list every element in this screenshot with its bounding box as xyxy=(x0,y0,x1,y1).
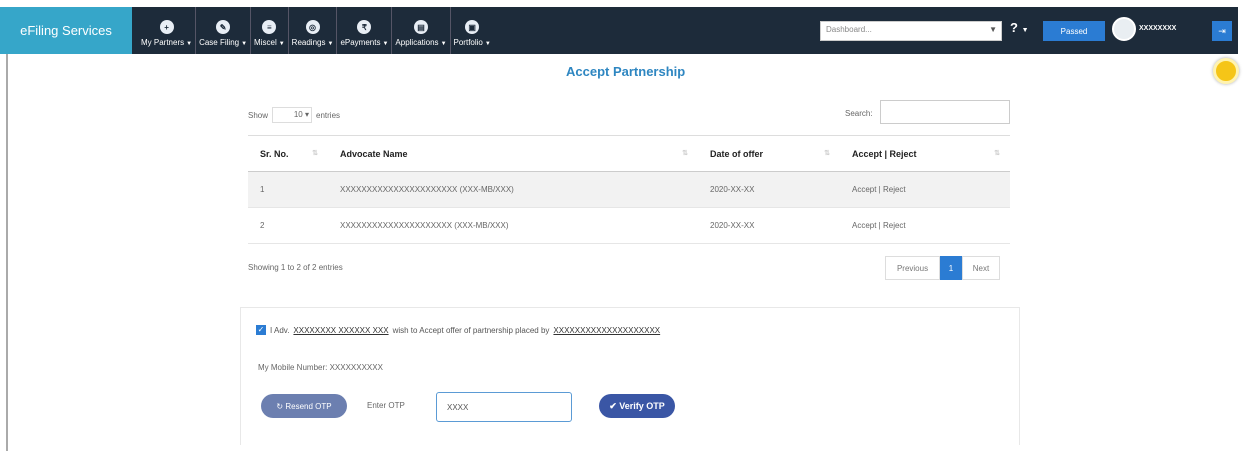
consent-checkbox[interactable]: ✓ xyxy=(256,325,266,335)
consent-text: wish to Accept offer of partnership plac… xyxy=(392,325,550,335)
table-header-row: Sr. No. ⇅ Advocate Name ⇅ Date of offer ⇅ A… xyxy=(248,135,1010,172)
consent-row: ✓ I Adv. XXXXXXXX XXXXXX XXX wish to Acc… xyxy=(256,325,660,335)
top-navbar: eFiling Services + My Partners ▼ ✎ Case Fil… xyxy=(0,7,1238,54)
page-border xyxy=(6,54,8,451)
nav-portfolio[interactable]: ▣ Portfolio ▼ xyxy=(451,7,494,54)
nav-epayments[interactable]: ₹ ePayments ▼ xyxy=(337,7,393,54)
previous-page-button[interactable]: Previous xyxy=(885,256,940,280)
nav-readings[interactable]: ◎ Readings ▼ xyxy=(289,7,338,54)
dashboard-select[interactable]: Dashboard... ▼ xyxy=(820,21,1002,41)
otp-input[interactable]: XXXX xyxy=(436,392,572,422)
next-page-button[interactable]: Next xyxy=(962,256,1000,280)
user-name[interactable]: XXXXXXXX xyxy=(1139,25,1176,32)
applications-icon: ▤ xyxy=(413,20,428,34)
main-nav: + My Partners ▼ ✎ Case Filing ▼ ≡ Miscel ▼ ◎ Re… xyxy=(132,7,494,54)
cell-name: XXXXXXXXXXXXXXXXXXXXX (XXX-MB/XXX) xyxy=(328,207,698,244)
list-icon: ≡ xyxy=(262,20,277,34)
consent-prefix: I Adv. xyxy=(270,325,290,335)
pass-button[interactable]: Passed xyxy=(1043,21,1105,41)
nav-label: ePayments ▼ xyxy=(340,38,389,47)
entries-select[interactable]: 10 ▾ xyxy=(272,107,313,123)
nav-label: Portfolio ▼ xyxy=(453,38,491,47)
nav-applications[interactable]: ▤ Applications ▼ xyxy=(392,7,451,54)
pagination: Previous 1 Next xyxy=(885,256,1000,280)
logout-icon[interactable]: ⇥ xyxy=(1212,21,1232,41)
nav-label: Applications ▼ xyxy=(395,38,447,47)
search-input[interactable] xyxy=(880,100,1010,124)
table-row: 2 XXXXXXXXXXXXXXXXXXXXX (XXX-MB/XXX) 202… xyxy=(248,207,1010,244)
edit-icon: ✎ xyxy=(216,20,231,34)
check-icon: ✔ xyxy=(609,400,620,411)
brand-title[interactable]: eFiling Services xyxy=(0,7,132,54)
avatar[interactable] xyxy=(1112,17,1136,41)
partnership-table-card: Show 10 ▾ entries Search: Sr. No. ⇅ Advoc… xyxy=(240,93,1020,288)
table-info: Showing 1 to 2 of 2 entries xyxy=(248,263,343,272)
nav-my-partners[interactable]: + My Partners ▼ xyxy=(138,7,197,54)
cell-name: XXXXXXXXXXXXXXXXXXXXXX (XXX-MB/XXX) xyxy=(328,171,698,208)
payment-icon: ₹ xyxy=(357,20,372,34)
chevron-down-icon: ▼ xyxy=(989,25,997,34)
cell-date: 2020-XX-XX xyxy=(698,171,840,208)
portfolio-icon: ▣ xyxy=(465,20,480,34)
settings-bubble-icon[interactable] xyxy=(1213,58,1239,84)
show-entries: Show 10 ▾ entries xyxy=(248,107,340,123)
verify-otp-button[interactable]: ✔ Verify OTP xyxy=(599,394,675,418)
partnership-table: Sr. No. ⇅ Advocate Name ⇅ Date of offer ⇅ A… xyxy=(248,135,1010,244)
offerer-name: XXXXXXXXXXXXXXXXXXXX xyxy=(553,325,661,335)
col-accept-reject[interactable]: Accept | Reject ⇅ xyxy=(840,135,1010,172)
mobile-number: My Mobile Number: XXXXXXXXXX xyxy=(258,363,383,372)
partners-icon: + xyxy=(159,20,174,34)
search-label: Search: xyxy=(845,109,873,118)
enter-otp-label: Enter OTP xyxy=(367,401,405,410)
consent-panel: ✓ I Adv. XXXXXXXX XXXXXX XXX wish to Acc… xyxy=(240,307,1020,445)
cell-sr: 2 xyxy=(248,207,328,244)
nav-label: My Partners ▼ xyxy=(141,38,193,47)
accept-reject-link[interactable]: Accept | Reject xyxy=(840,207,1010,244)
self-name: XXXXXXXX XXXXXX XXX xyxy=(293,325,389,335)
entries-label: entries xyxy=(316,110,341,120)
page-1-button[interactable]: 1 xyxy=(940,256,962,280)
page-title: Accept Partnership xyxy=(566,64,686,79)
nav-case-filing[interactable]: ✎ Case Filing ▼ xyxy=(196,7,252,54)
nav-label: Readings ▼ xyxy=(291,38,334,47)
col-advocate-name[interactable]: Advocate Name ⇅ xyxy=(328,135,698,172)
nav-label: Miscel ▼ xyxy=(254,38,285,47)
accept-reject-link[interactable]: Accept | Reject xyxy=(840,171,1010,208)
refresh-icon: ↻ xyxy=(276,401,286,411)
cell-date: 2020-XX-XX xyxy=(698,207,840,244)
show-label: Show xyxy=(248,110,269,120)
table-row: 1 XXXXXXXXXXXXXXXXXXXXXX (XXX-MB/XXX) 20… xyxy=(248,171,1010,208)
col-date-of-offer[interactable]: Date of offer ⇅ xyxy=(698,135,840,172)
help-menu[interactable]: ? ▼ xyxy=(1010,20,1029,35)
book-icon: ◎ xyxy=(305,20,320,34)
cell-sr: 1 xyxy=(248,171,328,208)
col-sr-no[interactable]: Sr. No. ⇅ xyxy=(248,135,328,172)
resend-otp-button[interactable]: ↻ Resend OTP xyxy=(261,394,347,418)
nav-miscel[interactable]: ≡ Miscel ▼ xyxy=(251,7,289,54)
nav-label: Case Filing ▼ xyxy=(199,38,248,47)
